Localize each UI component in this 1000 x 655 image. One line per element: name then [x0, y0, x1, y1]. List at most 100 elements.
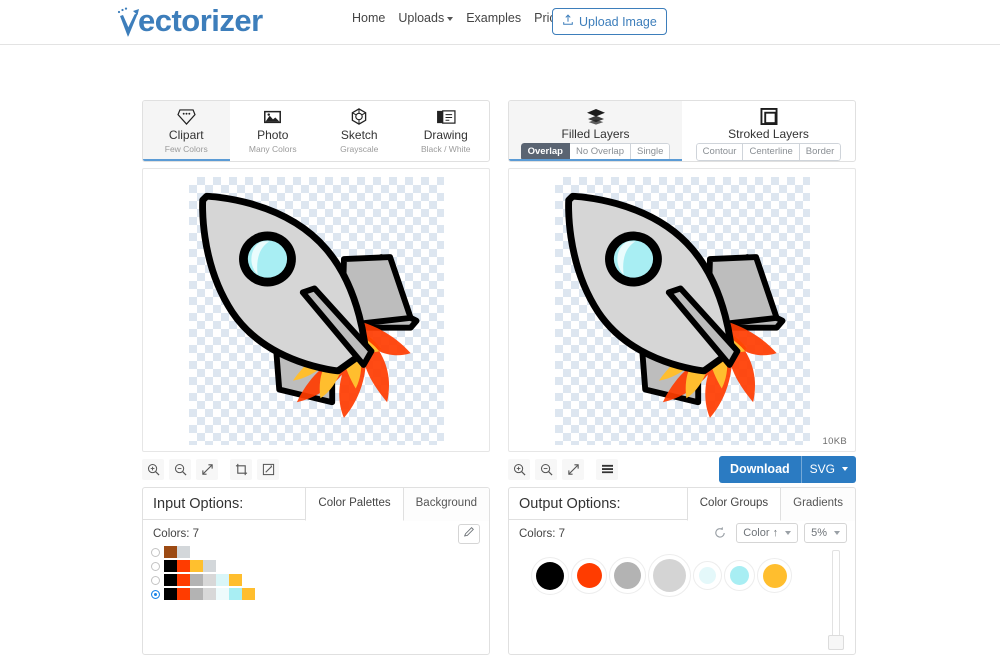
mode-tab-filled-layers[interactable]: Filled Layers Overlap No Overlap Single — [509, 101, 682, 161]
palette-swatch — [177, 574, 190, 586]
edit-icon[interactable] — [257, 458, 279, 480]
output-options-tabs: Color Groups Gradients — [686, 488, 855, 521]
tab-label: Color Palettes — [318, 497, 391, 509]
segment-single[interactable]: Single — [631, 143, 671, 161]
color-swatch — [762, 563, 787, 588]
tab-label: Background — [415, 497, 477, 509]
palette-swatch — [229, 574, 242, 586]
color-group-chip[interactable] — [757, 558, 792, 593]
zoom-out-icon[interactable] — [535, 458, 557, 480]
color-swatch — [699, 567, 716, 584]
palette-option-2[interactable] — [151, 560, 255, 572]
palette-radio[interactable] — [151, 561, 160, 571]
palette-swatch — [190, 560, 203, 572]
palette-list — [151, 546, 255, 602]
tab-background[interactable]: Background — [402, 488, 489, 521]
output-options-body: Colors: 7 Color ↑ 5% — [509, 520, 855, 654]
upload-button-label: Upload Image — [579, 14, 657, 29]
threshold-dropdown[interactable]: 5% — [804, 523, 847, 543]
edit-palette-button[interactable] — [458, 524, 480, 544]
tab-label: Color Groups — [699, 497, 769, 509]
palette-radio-selected[interactable] — [151, 589, 160, 599]
zoom-in-icon[interactable] — [508, 458, 530, 480]
crop-icon[interactable] — [230, 458, 252, 480]
palette-radio[interactable] — [151, 547, 160, 557]
output-options-title: Output Options: — [519, 496, 621, 512]
logo-text: ectorizer — [138, 3, 263, 38]
layers-list-icon[interactable] — [596, 458, 618, 480]
color-count-slider[interactable] — [827, 550, 845, 650]
palette-swatch — [203, 588, 216, 600]
segment-centerline[interactable]: Centerline — [743, 143, 800, 161]
tab-gradients[interactable]: Gradients — [780, 488, 855, 521]
fit-screen-icon[interactable] — [196, 458, 218, 480]
filled-layers-segments: Overlap No Overlap Single — [520, 143, 671, 161]
segment-border[interactable]: Border — [799, 143, 842, 161]
input-canvas[interactable] — [142, 168, 490, 452]
color-group-chip[interactable] — [724, 560, 755, 591]
sort-dropdown[interactable]: Color ↑ — [736, 523, 799, 543]
color-swatch — [730, 566, 749, 585]
segment-overlap[interactable]: Overlap — [520, 143, 570, 161]
fit-screen-icon[interactable] — [562, 458, 584, 480]
drawing-icon — [436, 107, 456, 126]
zoom-out-icon[interactable] — [169, 458, 191, 480]
chevron-down-icon — [785, 531, 792, 535]
mode-tab-clipart[interactable]: Clipart Few Colors — [143, 101, 230, 161]
mode-title: Clipart — [168, 128, 204, 142]
color-group-chip[interactable] — [648, 554, 691, 597]
download-format-dropdown[interactable]: SVG — [802, 456, 856, 483]
palette-option-3[interactable] — [151, 574, 255, 586]
color-swatch — [653, 559, 686, 592]
mode-tab-stroked-layers[interactable]: Stroked Layers Contour Centerline Border — [682, 101, 855, 161]
color-group-chip[interactable] — [571, 557, 607, 594]
mode-tab-sketch[interactable]: Sketch Grayscale — [316, 101, 403, 161]
sort-label: Color ↑ — [743, 527, 779, 539]
color-swatch — [576, 563, 602, 588]
nav-item-home[interactable]: Home — [352, 11, 385, 25]
input-options-body: Colors: 7 — [143, 520, 489, 654]
logo[interactable]: ectorizer — [117, 3, 263, 38]
mode-title: Filled Layers — [561, 127, 630, 142]
download-group[interactable]: Download SVG — [718, 456, 856, 483]
site-header: ectorizer Home Uploads Examples Pricing … — [0, 0, 1000, 45]
palette-option-1[interactable] — [151, 546, 255, 558]
segment-contour[interactable]: Contour — [695, 143, 744, 161]
workspace: Clipart Few Colors Photo Many Colors Ske… — [0, 45, 1000, 655]
zoom-in-icon[interactable] — [142, 458, 164, 480]
slider-thumb[interactable] — [828, 635, 844, 650]
palette-swatch — [203, 574, 216, 586]
upload-image-button[interactable]: Upload Image — [552, 8, 667, 35]
sketch-icon — [350, 107, 368, 126]
input-options-header: Input Options: Color Palettes Background — [143, 488, 489, 521]
tab-color-palettes[interactable]: Color Palettes — [305, 488, 404, 521]
color-group-chip[interactable] — [609, 557, 646, 594]
reset-icon[interactable] — [710, 523, 730, 543]
palette-swatch — [229, 588, 242, 600]
output-canvas[interactable]: 10KB — [508, 168, 856, 452]
palette-option-4[interactable] — [151, 588, 255, 600]
color-group-chip[interactable] — [531, 556, 569, 595]
threshold-label: 5% — [811, 527, 827, 539]
palette-swatch — [177, 560, 190, 572]
output-mode-tabs: Filled Layers Overlap No Overlap Single … — [508, 100, 856, 162]
download-button[interactable]: Download — [719, 456, 801, 483]
segment-no-overlap[interactable]: No Overlap — [569, 143, 632, 161]
tab-color-groups[interactable]: Color Groups — [686, 488, 782, 521]
mode-subtitle: Grayscale — [340, 144, 379, 154]
output-options-header: Output Options: Color Groups Gradients — [509, 488, 855, 521]
mode-title: Drawing — [423, 128, 468, 142]
palette-radio[interactable] — [151, 575, 160, 585]
palette-swatch — [164, 560, 177, 572]
mode-tab-photo[interactable]: Photo Many Colors — [230, 101, 317, 161]
nav-item-examples[interactable]: Examples — [466, 11, 521, 25]
mode-title: Sketch — [340, 128, 378, 142]
nav-item-uploads[interactable]: Uploads — [398, 11, 454, 25]
palette-swatch — [190, 588, 203, 600]
palette-swatch — [190, 574, 203, 586]
layers-icon — [586, 107, 606, 125]
color-group-chip[interactable] — [693, 561, 722, 590]
palette-swatch — [164, 588, 177, 600]
upload-icon — [562, 14, 574, 29]
mode-tab-drawing[interactable]: Drawing Black / White — [403, 101, 490, 161]
